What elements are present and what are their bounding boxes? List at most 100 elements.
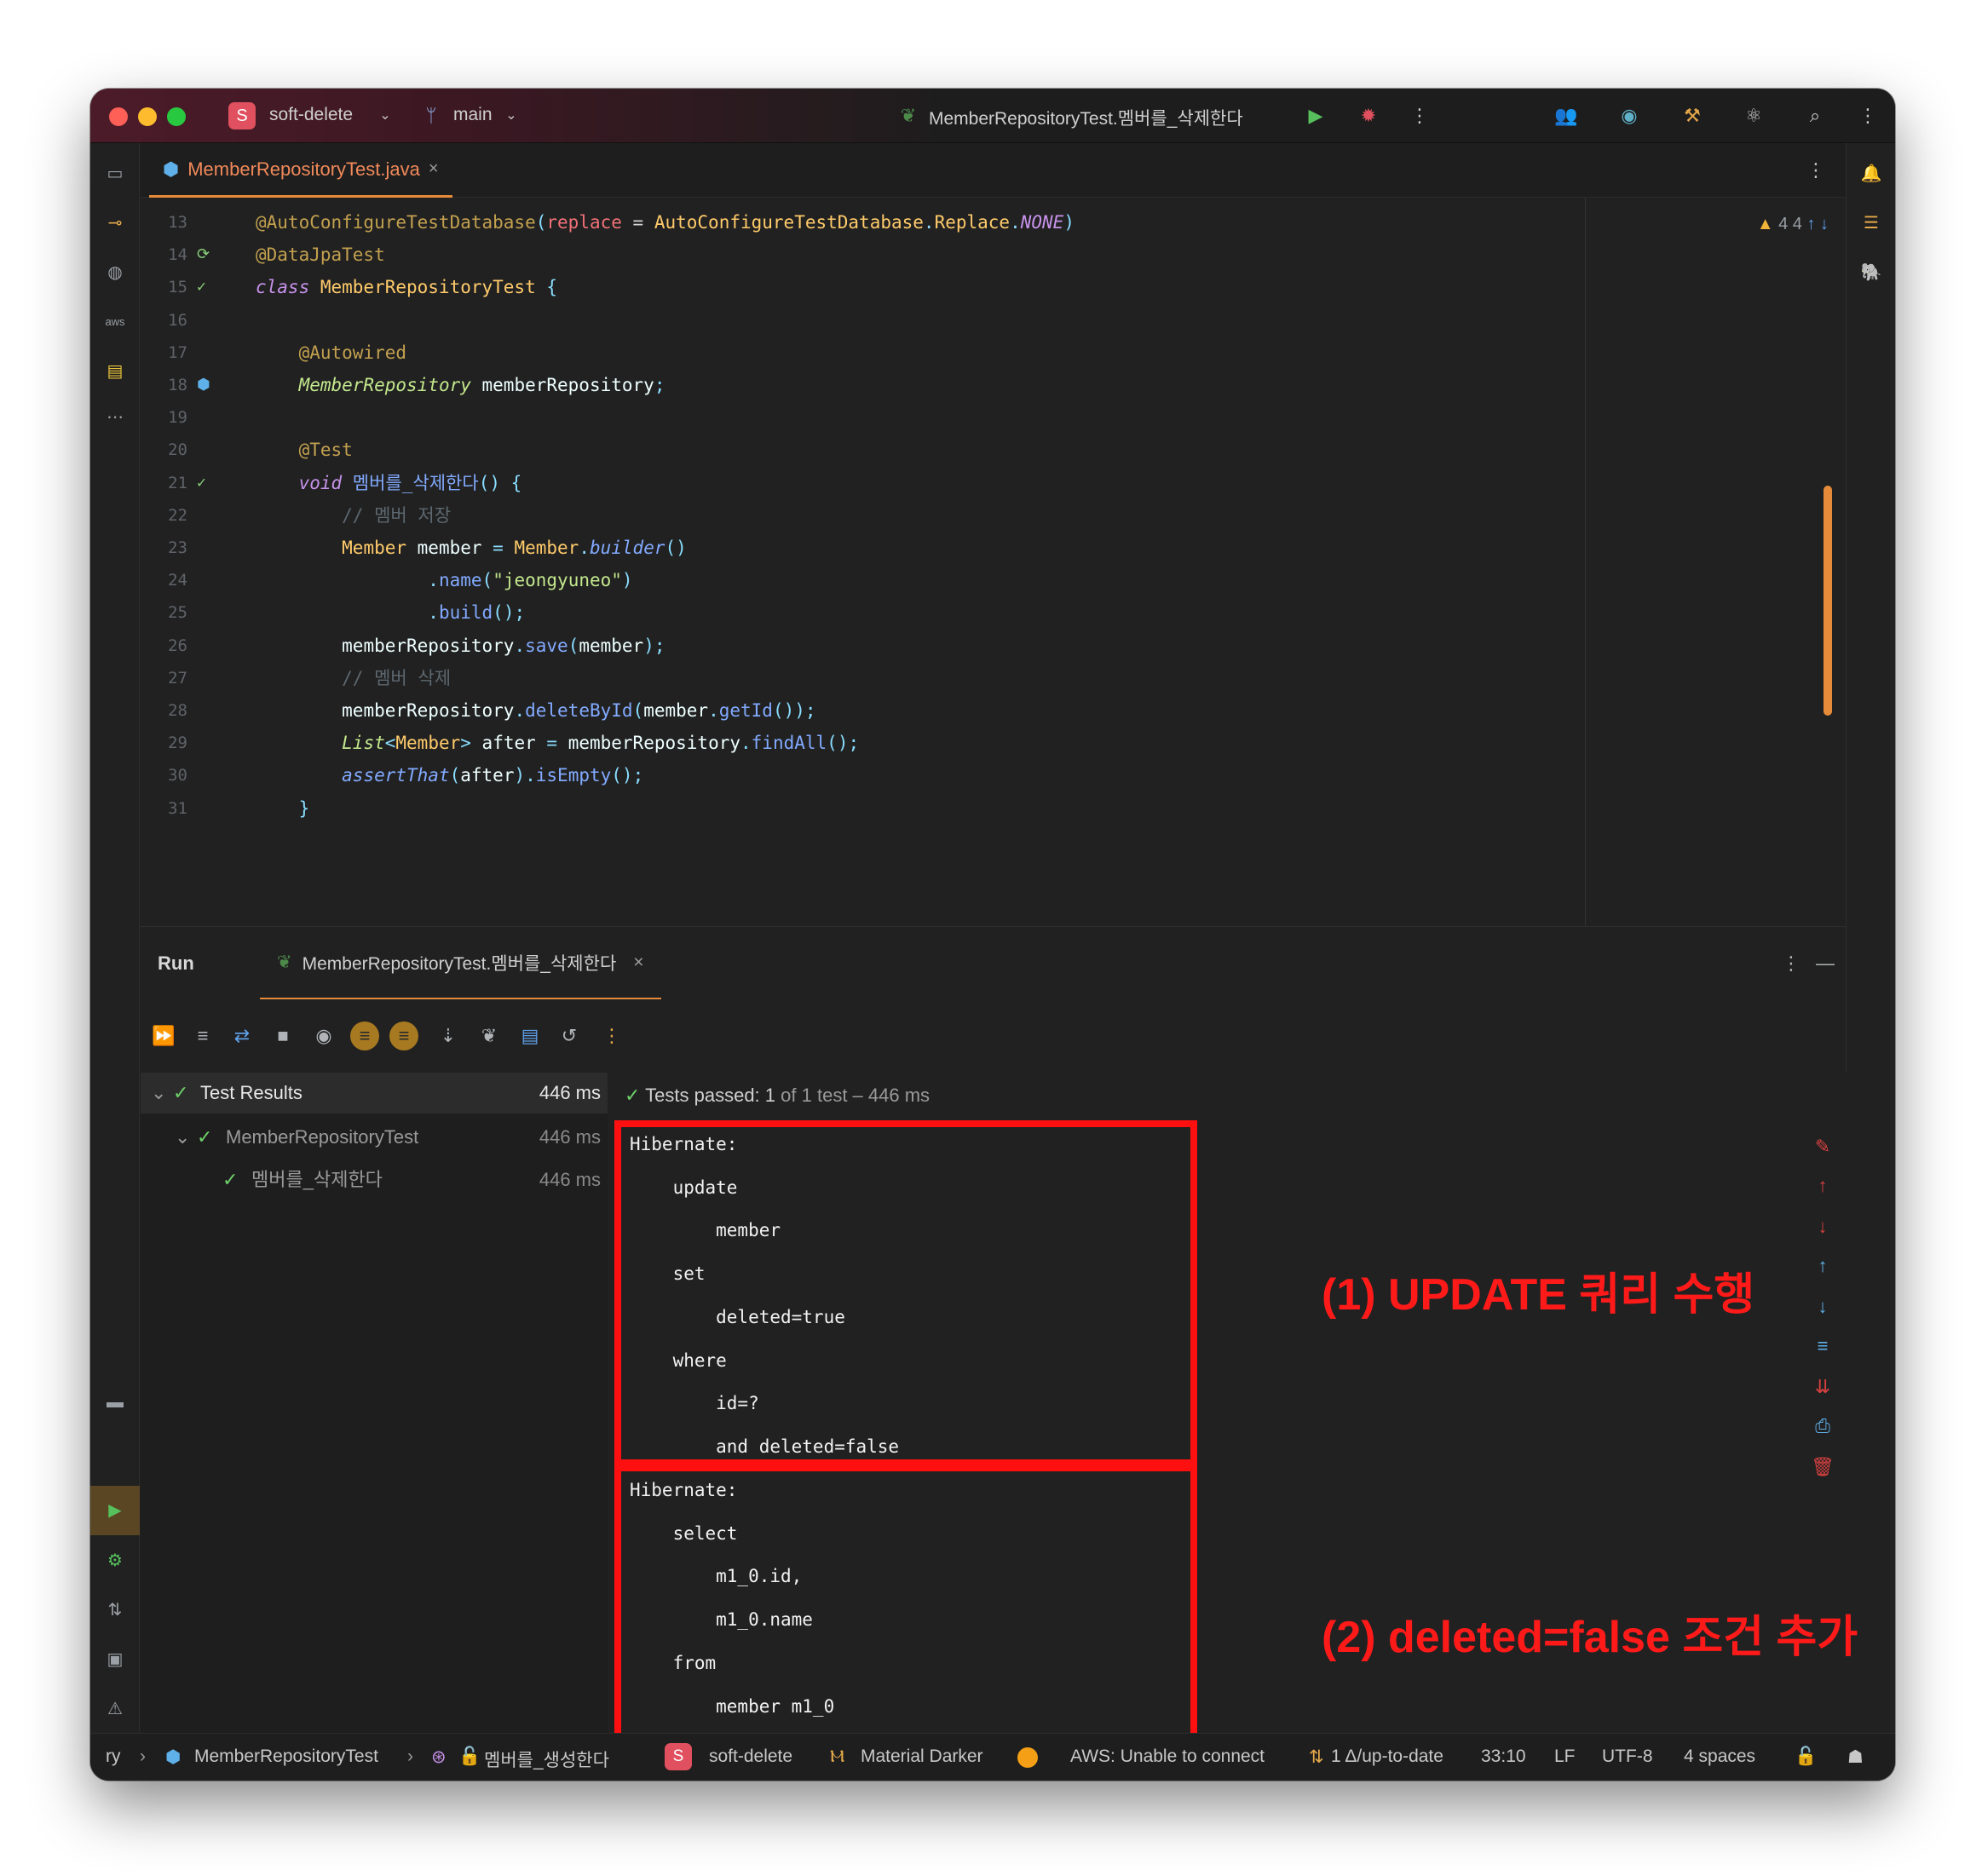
notifications-icon[interactable]: 🔔 (1858, 160, 1885, 187)
settings-more-icon[interactable]: ⋮ (1854, 102, 1881, 129)
status-project[interactable]: soft-delete (709, 1747, 792, 1767)
breadcrumb-prefix[interactable]: ry (106, 1747, 121, 1767)
record-icon[interactable]: ◉ (1616, 102, 1643, 129)
tab-member-repository-test[interactable]: ⬢ MemberRepositoryTest.java × (149, 143, 452, 198)
code-line[interactable]: 16 (141, 304, 1589, 337)
status-aws[interactable]: AWS: Unable to connect (1070, 1747, 1265, 1767)
import-tests-icon[interactable]: ❦ (475, 1021, 504, 1050)
scrollbar-marker[interactable] (1824, 486, 1832, 716)
test-method-row[interactable]: ✓ 멤버를_삭제한다 446 ms (141, 1160, 608, 1200)
filter-failed-icon[interactable]: ≡ (389, 1021, 418, 1050)
tab-options-icon[interactable]: ⋮ (1802, 157, 1829, 184)
clear-all-icon[interactable]: ✎ (1808, 1132, 1837, 1161)
show-passed-icon[interactable]: ◉ (309, 1021, 338, 1050)
code-line[interactable]: 30 assertThat(after).isEmpty(); (141, 759, 1589, 791)
next-occurrence-icon[interactable]: ↓ (1808, 1212, 1837, 1241)
next-highlight-icon[interactable]: ↓ (1820, 215, 1829, 233)
code-with-me-icon[interactable]: 👥 (1553, 102, 1580, 129)
commit-icon[interactable]: ⊸ (101, 210, 129, 237)
code-editor[interactable]: ▲ 4 4 ↑ ↓ 13 @AutoConfigureTestDatabase(r… (141, 198, 1846, 926)
stop-icon[interactable]: ■ (268, 1021, 297, 1050)
more-tools-icon[interactable]: ⋯ (101, 404, 129, 431)
problems-icon[interactable]: ⚠ (101, 1695, 129, 1723)
code-line[interactable]: 19 (141, 401, 1589, 434)
run-test-gutter-icon[interactable]: ⟳ (197, 239, 210, 271)
trash-icon[interactable]: 🗑 (1808, 1453, 1837, 1482)
show-ignored-icon[interactable]: ≡ (350, 1021, 379, 1050)
aws-icon[interactable]: aws (101, 308, 129, 336)
code-line[interactable]: 13 @AutoConfigureTestDatabase(replace = A… (141, 206, 1589, 239)
code-line[interactable]: 26 memberRepository.save(member); (141, 630, 1589, 662)
readonly-lock-icon[interactable]: 🔓 (1795, 1747, 1817, 1767)
run-tab[interactable]: ❦ MemberRepositoryTest.멤버를_삭제한다 × (260, 927, 661, 1000)
terminal-icon[interactable]: ▣ (101, 1646, 129, 1673)
breadcrumb-class[interactable]: MemberRepositoryTest (194, 1747, 378, 1767)
code-line[interactable]: 31 } (141, 792, 1589, 825)
more-vertical-icon[interactable]: ⋮ (1406, 102, 1433, 129)
previous-occurrence-icon[interactable]: ↑ (1808, 1171, 1837, 1200)
test-results-root[interactable]: ⌄ ✓ Test Results 446 ms (141, 1073, 608, 1114)
status-encoding[interactable]: UTF-8 (1602, 1747, 1653, 1767)
database-icon[interactable]: ☰ (1858, 210, 1885, 237)
zoom-window-button[interactable] (167, 107, 186, 126)
scroll-to-end-icon[interactable]: ⇊ (1808, 1372, 1837, 1401)
endpoints-icon[interactable]: ⇅ (101, 1597, 129, 1624)
rerun-icon[interactable]: ⏩ (149, 1021, 178, 1050)
export-results-icon[interactable]: ▤ (516, 1021, 544, 1050)
down-stack-icon[interactable]: ↓ (1808, 1292, 1837, 1321)
sort-icon[interactable]: ⇣ (434, 1021, 463, 1050)
close-window-button[interactable] (109, 107, 128, 126)
inspection-widget[interactable]: ▲ 4 4 ↑ ↓ (1757, 215, 1829, 234)
status-caret-position[interactable]: 33:10 (1481, 1747, 1526, 1767)
project-view-icon[interactable]: ▭ (101, 160, 129, 187)
debug-icon[interactable]: ✹ (1355, 102, 1382, 129)
services-icon[interactable]: ⚙ (101, 1547, 129, 1574)
bookmarks-icon[interactable]: ▬ (101, 1389, 129, 1416)
run-test-gutter-icon[interactable]: ✓ (197, 467, 206, 499)
up-stack-icon[interactable]: ↑ (1808, 1252, 1837, 1280)
more-vertical-icon[interactable]: ⋮ (597, 1021, 626, 1050)
project-badge[interactable]: S (228, 102, 256, 129)
close-tab-icon[interactable]: × (633, 952, 643, 973)
code-line[interactable]: 21 ✓ void 멤버를_삭제한다() { (141, 467, 1589, 499)
run-options-icon[interactable]: ⋮ (1777, 949, 1806, 978)
status-line-separator[interactable]: LF (1554, 1747, 1576, 1767)
status-vcs[interactable]: 1 Δ/up-to-date (1331, 1747, 1443, 1767)
code-line[interactable]: 22 // 멤버 저장 (141, 499, 1589, 532)
print-icon[interactable]: ⎙ (1808, 1412, 1837, 1441)
code-line[interactable]: 29 List<Member> after = memberRepository… (141, 727, 1589, 759)
code-line[interactable]: 20 @Test (141, 434, 1589, 466)
toggle-auto-test-icon[interactable]: ⇄ (228, 1021, 256, 1050)
test-class-row[interactable]: ⌄ ✓ MemberRepositoryTest 446 ms (141, 1117, 608, 1158)
code-line[interactable]: 14 ⟳ @DataJpaTest (141, 239, 1589, 271)
hide-panel-icon[interactable]: — (1811, 949, 1840, 978)
minimize-window-button[interactable] (138, 107, 157, 126)
inspector-icon[interactable]: ☗ (1847, 1747, 1864, 1768)
tools-icon[interactable]: ⚒ (1679, 102, 1706, 129)
branch-selector[interactable]: main (453, 105, 493, 125)
code-line[interactable]: 25 .build(); (141, 596, 1589, 629)
console-output[interactable]: ✓ Tests passed: 1 of 1 test – 446 ms Hib… (608, 1073, 1858, 1781)
history-icon[interactable]: ↺ (555, 1021, 584, 1050)
status-theme[interactable]: Material Darker (861, 1747, 983, 1767)
rerun-failed-icon[interactable]: ≡ (188, 1021, 217, 1050)
github-icon[interactable]: ◍ (101, 259, 129, 286)
code-line[interactable]: 27 // 멤버 삭제 (141, 662, 1589, 694)
breadcrumb-method[interactable]: 멤버를_생성한다 (484, 1747, 609, 1772)
code-line[interactable]: 15 ✓ class MemberRepositoryTest { (141, 271, 1589, 303)
previous-highlight-icon[interactable]: ↑ (1806, 215, 1820, 233)
project-selector[interactable]: soft-delete (269, 105, 353, 125)
code-line[interactable]: 17 @Autowired (141, 337, 1589, 369)
run-config-selector[interactable]: MemberRepositoryTest.멤버를_삭제한다 (929, 105, 1243, 130)
code-line[interactable]: 18 ⬢ MemberRepository memberRepository; (141, 369, 1589, 401)
status-indent[interactable]: 4 spaces (1684, 1747, 1755, 1767)
run-tool-icon[interactable]: ▶ (101, 1497, 129, 1524)
gradle-icon[interactable]: 🐘 (1858, 259, 1885, 286)
database-explorer-icon[interactable]: ▤ (101, 358, 129, 385)
ai-assistant-icon[interactable]: ⚛ (1740, 102, 1767, 129)
run-test-gutter-icon[interactable]: ✓ (197, 271, 206, 303)
soft-wrap-icon[interactable]: ≡ (1808, 1332, 1837, 1361)
bean-gutter-icon[interactable]: ⬢ (197, 369, 210, 401)
close-tab-icon[interactable]: × (429, 159, 439, 179)
search-icon[interactable]: ⌕ (1801, 102, 1829, 129)
